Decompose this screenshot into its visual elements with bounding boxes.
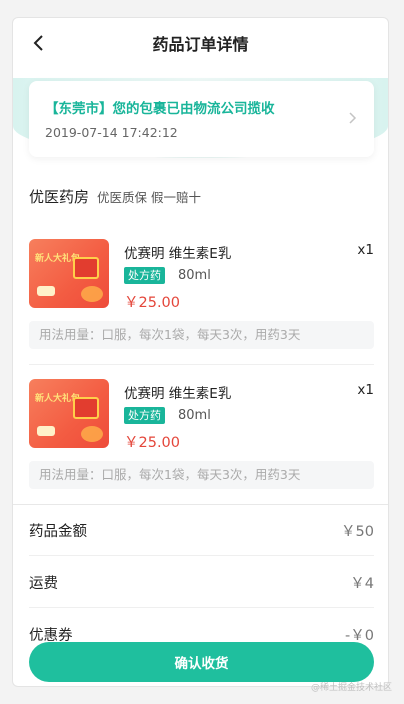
summary-label: 药品金额 [29, 523, 87, 540]
watermark: @稀土掘金技术社区 [310, 683, 392, 693]
logistics-status-time: 2019-07-14 17:42:12 [45, 125, 178, 140]
list-item[interactable]: 新人大礼包 优赛明 维生素E乳 x1 处方药 80ml ￥25.00 用法用量：… [29, 239, 374, 351]
product-price: ￥25.00 [124, 435, 181, 451]
nav-bar: 药品订单详情 [13, 18, 388, 68]
confirm-receipt-button[interactable]: 确认收货 [29, 642, 374, 682]
list-item[interactable]: 新人大礼包 优赛明 维生素E乳 x1 处方药 80ml ￥25.00 用法用量：… [29, 379, 374, 491]
product-price: ￥25.00 [124, 295, 181, 311]
chevron-right-icon [349, 112, 357, 124]
logistics-status-card[interactable]: 【东莞市】您的包裹已由物流公司揽收 2019-07-14 17:42:12 [29, 81, 374, 157]
summary-value: ￥4 [350, 575, 374, 592]
page-title: 药品订单详情 [152, 35, 249, 54]
store-name: 优医药房 [29, 188, 90, 206]
usage-instructions: 用法用量：口服，每次1袋，每天3次，用药3天 [29, 461, 374, 489]
prescription-badge: 处方药 [124, 407, 165, 424]
product-quantity: x1 [357, 382, 374, 398]
store-header: 优医药房 优医质保 假一赔十 [29, 186, 201, 207]
usage-instructions: 用法用量：口服，每次1袋，每天3次，用药3天 [29, 321, 374, 349]
product-name: 优赛明 维生素E乳 [124, 246, 232, 262]
summary-row-medicine-amount: 药品金额 ￥50 [29, 504, 374, 556]
chevron-left-icon [33, 35, 43, 51]
product-quantity: x1 [357, 242, 374, 258]
summary-label: 运费 [29, 575, 58, 592]
order-detail-screen: 药品订单详情 【东莞市】您的包裹已由物流公司揽收 2019-07-14 17:4… [12, 17, 389, 687]
product-image: 新人大礼包 [29, 239, 109, 308]
logistics-status-text: 【东莞市】您的包裹已由物流公司揽收 [45, 101, 275, 117]
product-image: 新人大礼包 [29, 379, 109, 448]
product-spec: 80ml [178, 408, 211, 423]
product-name: 优赛明 维生素E乳 [124, 386, 232, 402]
back-button[interactable] [27, 31, 51, 55]
store-tags: 优医质保 假一赔十 [97, 190, 201, 205]
product-spec: 80ml [178, 268, 211, 283]
summary-value: ￥50 [341, 523, 374, 540]
divider [29, 364, 374, 365]
summary-row-shipping: 运费 ￥4 [29, 556, 374, 608]
prescription-badge: 处方药 [124, 267, 165, 284]
